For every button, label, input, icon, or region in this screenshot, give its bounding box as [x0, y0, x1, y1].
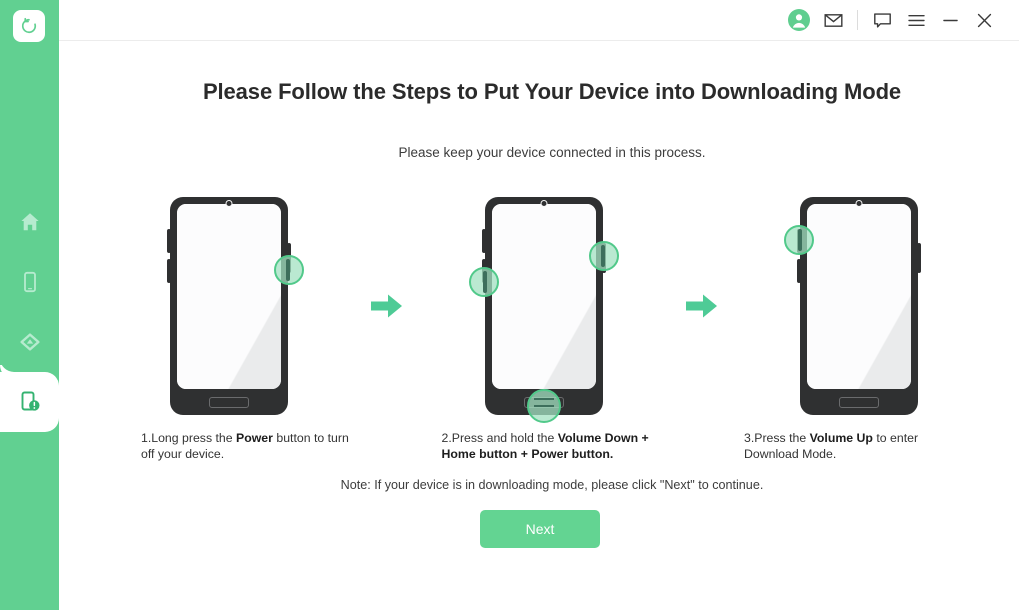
- home-button: [839, 397, 879, 408]
- step-arrow-1: [364, 286, 410, 326]
- front-camera-icon: [855, 199, 863, 207]
- step-3-phone: [759, 191, 959, 421]
- arrow-right-icon: [685, 294, 717, 318]
- close-button[interactable]: [967, 5, 1001, 35]
- phone-illustration: [469, 197, 619, 423]
- page-subtitle: Please keep your device connected in thi…: [398, 145, 706, 160]
- volume-down-highlight-bar: [483, 271, 487, 293]
- volume-down-button: [167, 259, 171, 283]
- menu-button[interactable]: [899, 5, 933, 35]
- step-1-text-a: 1.Long press the: [141, 431, 237, 445]
- home-highlight-lines: [534, 394, 554, 412]
- step-2-phone: [444, 191, 644, 423]
- phone-icon: [23, 271, 36, 293]
- user-avatar-icon: [788, 9, 810, 31]
- account-button[interactable]: [782, 5, 816, 35]
- sidebar-item-device[interactable]: [0, 252, 59, 312]
- next-button[interactable]: Next: [480, 510, 600, 548]
- close-icon: [977, 13, 991, 27]
- volume-up-highlight-bar: [798, 229, 802, 251]
- mail-icon: [823, 13, 843, 27]
- mail-button[interactable]: [816, 5, 850, 35]
- step-1-caption: 1.Long press the Power button to turn of…: [141, 431, 356, 462]
- volume-up-button: [167, 229, 171, 253]
- minimize-icon: [942, 19, 958, 21]
- volume-up-button: [482, 229, 486, 253]
- power-highlight-bar: [286, 259, 290, 281]
- minimize-button[interactable]: [933, 5, 967, 35]
- phone-illustration: [167, 197, 304, 415]
- power-button: [917, 243, 921, 273]
- content-panel: Please Follow the Steps to Put Your Devi…: [59, 41, 1019, 610]
- hamburger-menu-icon: [907, 14, 925, 26]
- restore-circular-arrow-icon: [21, 17, 37, 34]
- sidebar: [0, 0, 59, 610]
- phone-screen: [492, 204, 596, 389]
- titlebar-divider: [857, 10, 858, 30]
- step-captions: 1.Long press the Power button to turn of…: [129, 431, 959, 462]
- home-icon: [20, 213, 39, 231]
- feedback-bubble-icon: [873, 12, 891, 28]
- step-3-text-b: Volume Up: [809, 431, 873, 445]
- feedback-button[interactable]: [865, 5, 899, 35]
- home-button: [209, 397, 249, 408]
- phone-repair-icon: [21, 391, 39, 411]
- step-3-caption: 3.Press the Volume Up to enter Download …: [744, 431, 959, 462]
- step-3-text-a: 3.Press the: [744, 431, 810, 445]
- cloud-backup-icon: [19, 333, 40, 351]
- power-highlight-bar: [601, 245, 605, 267]
- phone-illustration: [784, 197, 921, 415]
- app-logo[interactable]: [13, 10, 45, 42]
- step-2-text-a: 2.Press and hold the: [441, 431, 558, 445]
- main-area: Please Follow the Steps to Put Your Devi…: [59, 0, 1019, 610]
- step-2-caption: 2.Press and hold the Volume Down + Home …: [442, 431, 657, 462]
- page-title: Please Follow the Steps to Put Your Devi…: [202, 79, 902, 104]
- sidebar-item-home[interactable]: [0, 192, 59, 252]
- sidebar-nav: [0, 192, 59, 446]
- step-1-text-b: Power: [236, 431, 273, 445]
- step-arrow-2: [679, 286, 725, 326]
- front-camera-icon: [225, 199, 233, 207]
- steps-illustration: [129, 186, 959, 426]
- step-2-text-b: Volume Down: [557, 431, 639, 445]
- note-text: Note: If your device is in downloading m…: [340, 478, 764, 492]
- application-window: Please Follow the Steps to Put Your Devi…: [0, 0, 1019, 610]
- front-camera-icon: [540, 199, 548, 207]
- sidebar-item-system-repair[interactable]: [0, 372, 59, 446]
- phone-screen: [807, 204, 911, 389]
- arrow-right-icon: [370, 294, 402, 318]
- volume-down-button: [797, 259, 801, 283]
- phone-screen: [177, 204, 281, 389]
- step-1-phone: [129, 191, 329, 421]
- titlebar: [59, 0, 1019, 41]
